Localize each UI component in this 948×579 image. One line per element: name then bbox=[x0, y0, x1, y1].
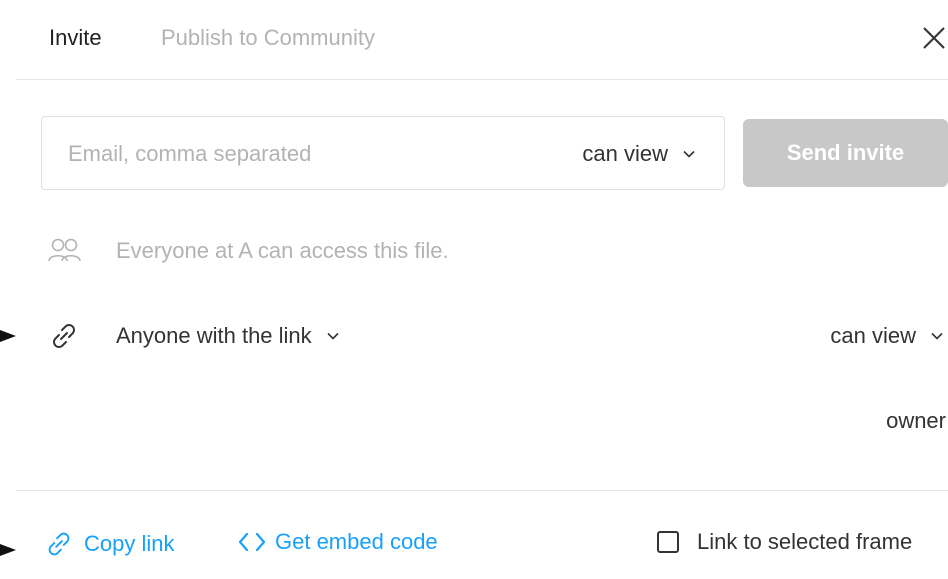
copy-link-label: Copy link bbox=[84, 531, 175, 556]
tab-publish-to-community[interactable]: Publish to Community bbox=[161, 24, 375, 52]
copy-link-button[interactable]: Copy link bbox=[42, 527, 174, 561]
tab-invite[interactable]: Invite bbox=[49, 24, 102, 52]
code-icon bbox=[238, 532, 266, 552]
checkbox-icon[interactable] bbox=[657, 531, 679, 553]
get-embed-code-button[interactable]: Get embed code bbox=[237, 527, 438, 557]
get-embed-code-label: Get embed code bbox=[275, 529, 438, 554]
link-access-label: Anyone with the link bbox=[116, 323, 312, 348]
share-dialog: Invite Publish to Community can view Sen… bbox=[0, 0, 948, 579]
link-access-dropdown[interactable]: Anyone with the link bbox=[116, 321, 340, 351]
link-permission-label: can view bbox=[830, 323, 916, 348]
invite-permission-dropdown[interactable]: can view bbox=[582, 139, 696, 169]
send-invite-button[interactable]: Send invite bbox=[743, 119, 948, 187]
arrow-marker-icon bbox=[0, 544, 16, 556]
link-permission-dropdown[interactable]: can view bbox=[830, 321, 944, 351]
link-icon bbox=[53, 324, 75, 348]
arrow-marker-icon bbox=[0, 330, 16, 342]
close-icon[interactable] bbox=[918, 22, 948, 54]
link-icon bbox=[48, 532, 70, 556]
chevron-down-icon bbox=[931, 332, 943, 340]
footer-divider bbox=[16, 490, 948, 491]
team-access-text: Everyone at A can access this file. bbox=[116, 238, 449, 263]
member-role: owner bbox=[886, 408, 946, 433]
chevron-down-icon bbox=[683, 150, 695, 158]
email-invite-field: can view bbox=[41, 116, 725, 190]
link-to-selected-frame-label: Link to selected frame bbox=[697, 529, 913, 554]
email-input[interactable] bbox=[68, 137, 528, 171]
invite-permission-label: can view bbox=[582, 141, 668, 166]
link-to-selected-frame-checkbox[interactable]: Link to selected frame bbox=[657, 527, 912, 557]
chevron-down-icon bbox=[327, 332, 339, 340]
header-divider bbox=[16, 79, 948, 80]
people-icon bbox=[48, 238, 81, 262]
